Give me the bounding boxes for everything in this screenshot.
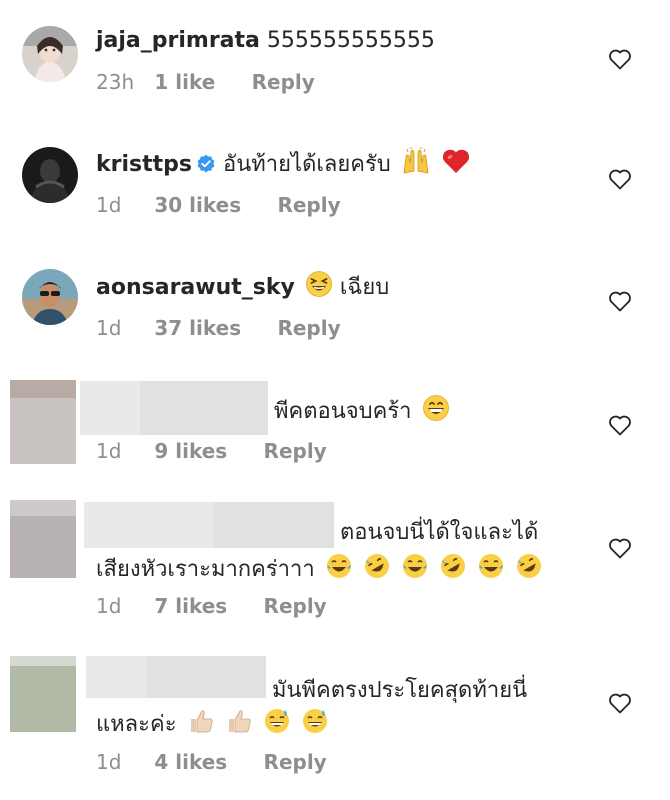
sweat-smile-emoji-icon — [264, 709, 289, 733]
avatar[interactable] — [10, 656, 76, 740]
avatar[interactable] — [10, 500, 76, 584]
raising-hands-icon — [403, 147, 429, 174]
avatar[interactable] — [22, 269, 78, 325]
username[interactable]: jaja_primrata — [96, 28, 260, 53]
timestamp: 23h — [96, 70, 135, 94]
comment-text-line: kristtps อันท้ายได้เลยครับ — [96, 147, 471, 180]
red-heart-icon — [442, 149, 469, 173]
username[interactable]: aonsarawut_sky — [96, 275, 295, 300]
reply-button[interactable]: Reply — [264, 750, 327, 774]
heart-icon[interactable] — [608, 692, 632, 714]
reply-button[interactable]: Reply — [277, 316, 340, 340]
likes-count[interactable]: 30 likes — [154, 193, 241, 217]
comment-text-line-2: แหละค่ะ — [96, 707, 329, 740]
comment-text: พีคตอนจบคร้า — [274, 399, 412, 424]
comment-text: เฉียบ — [339, 275, 390, 300]
comment-meta: 1d 4 likes Reply — [96, 750, 327, 774]
comment-meta: 1d 7 likes Reply — [96, 594, 327, 618]
comment-text: 555555555555 — [266, 28, 435, 53]
username[interactable]: kristtps — [96, 152, 192, 177]
reply-button[interactable]: Reply — [264, 439, 327, 463]
timestamp: 1d — [96, 316, 122, 340]
heart-icon[interactable] — [608, 537, 632, 559]
avatar[interactable] — [22, 26, 78, 82]
comment-text: เสียงหัวเราะมากคร่าาา — [96, 557, 315, 582]
likes-count[interactable]: 9 likes — [154, 439, 227, 463]
likes-count[interactable]: 37 likes — [154, 316, 241, 340]
sweat-smile-emoji-icon — [302, 709, 327, 733]
blurred-username — [214, 502, 334, 548]
grinning-emoji-icon — [422, 395, 449, 421]
likes-count[interactable]: 1 like — [154, 70, 215, 94]
comment-text: อันท้ายได้เลยครับ — [223, 152, 391, 177]
joy-emoji-icon — [402, 554, 427, 578]
reply-button[interactable]: Reply — [252, 70, 315, 94]
avatar[interactable] — [10, 380, 76, 464]
likes-count[interactable]: 4 likes — [154, 750, 227, 774]
timestamp: 1d — [96, 750, 122, 774]
comment-meta: 1d 30 likes Reply — [96, 193, 341, 217]
blurred-username — [146, 656, 266, 698]
heart-icon[interactable] — [608, 168, 632, 190]
blurred-username — [84, 502, 214, 548]
joy-emoji-icon — [326, 554, 351, 578]
laughing-squint-emoji-icon — [305, 271, 332, 297]
comment-text: มันพีคตรงประโยคสุดท้ายนี่ — [272, 678, 528, 703]
avatar[interactable] — [22, 147, 78, 203]
blurred-username — [86, 656, 146, 698]
rofl-emoji-icon — [516, 554, 541, 578]
blurred-username — [80, 381, 140, 435]
comment-text: แหละค่ะ — [96, 712, 177, 737]
comment-meta: 1d 37 likes Reply — [96, 316, 341, 340]
verified-badge-icon — [197, 154, 215, 173]
comment-text-line: ตอนจบนี่ได้ใจและได้ — [340, 518, 538, 548]
heart-icon[interactable] — [608, 414, 632, 436]
rofl-emoji-icon — [440, 554, 465, 578]
blurred-username — [140, 381, 268, 435]
likes-count[interactable]: 7 likes — [154, 594, 227, 618]
joy-emoji-icon — [478, 554, 503, 578]
rofl-emoji-icon — [364, 554, 389, 578]
thumbs-up-icon — [228, 710, 251, 733]
comment-meta: 1d 9 likes Reply — [96, 439, 327, 463]
timestamp: 1d — [96, 193, 122, 217]
thumbs-up-icon — [190, 710, 213, 733]
heart-icon[interactable] — [608, 290, 632, 312]
reply-button[interactable]: Reply — [277, 193, 340, 217]
comment-text-line: มันพีคตรงประโยคสุดท้ายนี่ — [272, 676, 527, 706]
comment-meta: 23h 1 like Reply — [96, 70, 315, 94]
comment-text-line: พีคตอนจบคร้า — [274, 394, 450, 427]
comment-text-line: jaja_primrata 555555555555 — [96, 26, 435, 56]
comment-text-line: aonsarawut_sky เฉียบ — [96, 270, 389, 303]
comment-text: ตอนจบนี่ได้ใจและได้ — [340, 520, 539, 545]
reply-button[interactable]: Reply — [264, 594, 327, 618]
comment-text-line-2: เสียงหัวเราะมากคร่าาา — [96, 552, 543, 585]
heart-icon[interactable] — [608, 48, 632, 70]
timestamp: 1d — [96, 439, 122, 463]
timestamp: 1d — [96, 594, 122, 618]
